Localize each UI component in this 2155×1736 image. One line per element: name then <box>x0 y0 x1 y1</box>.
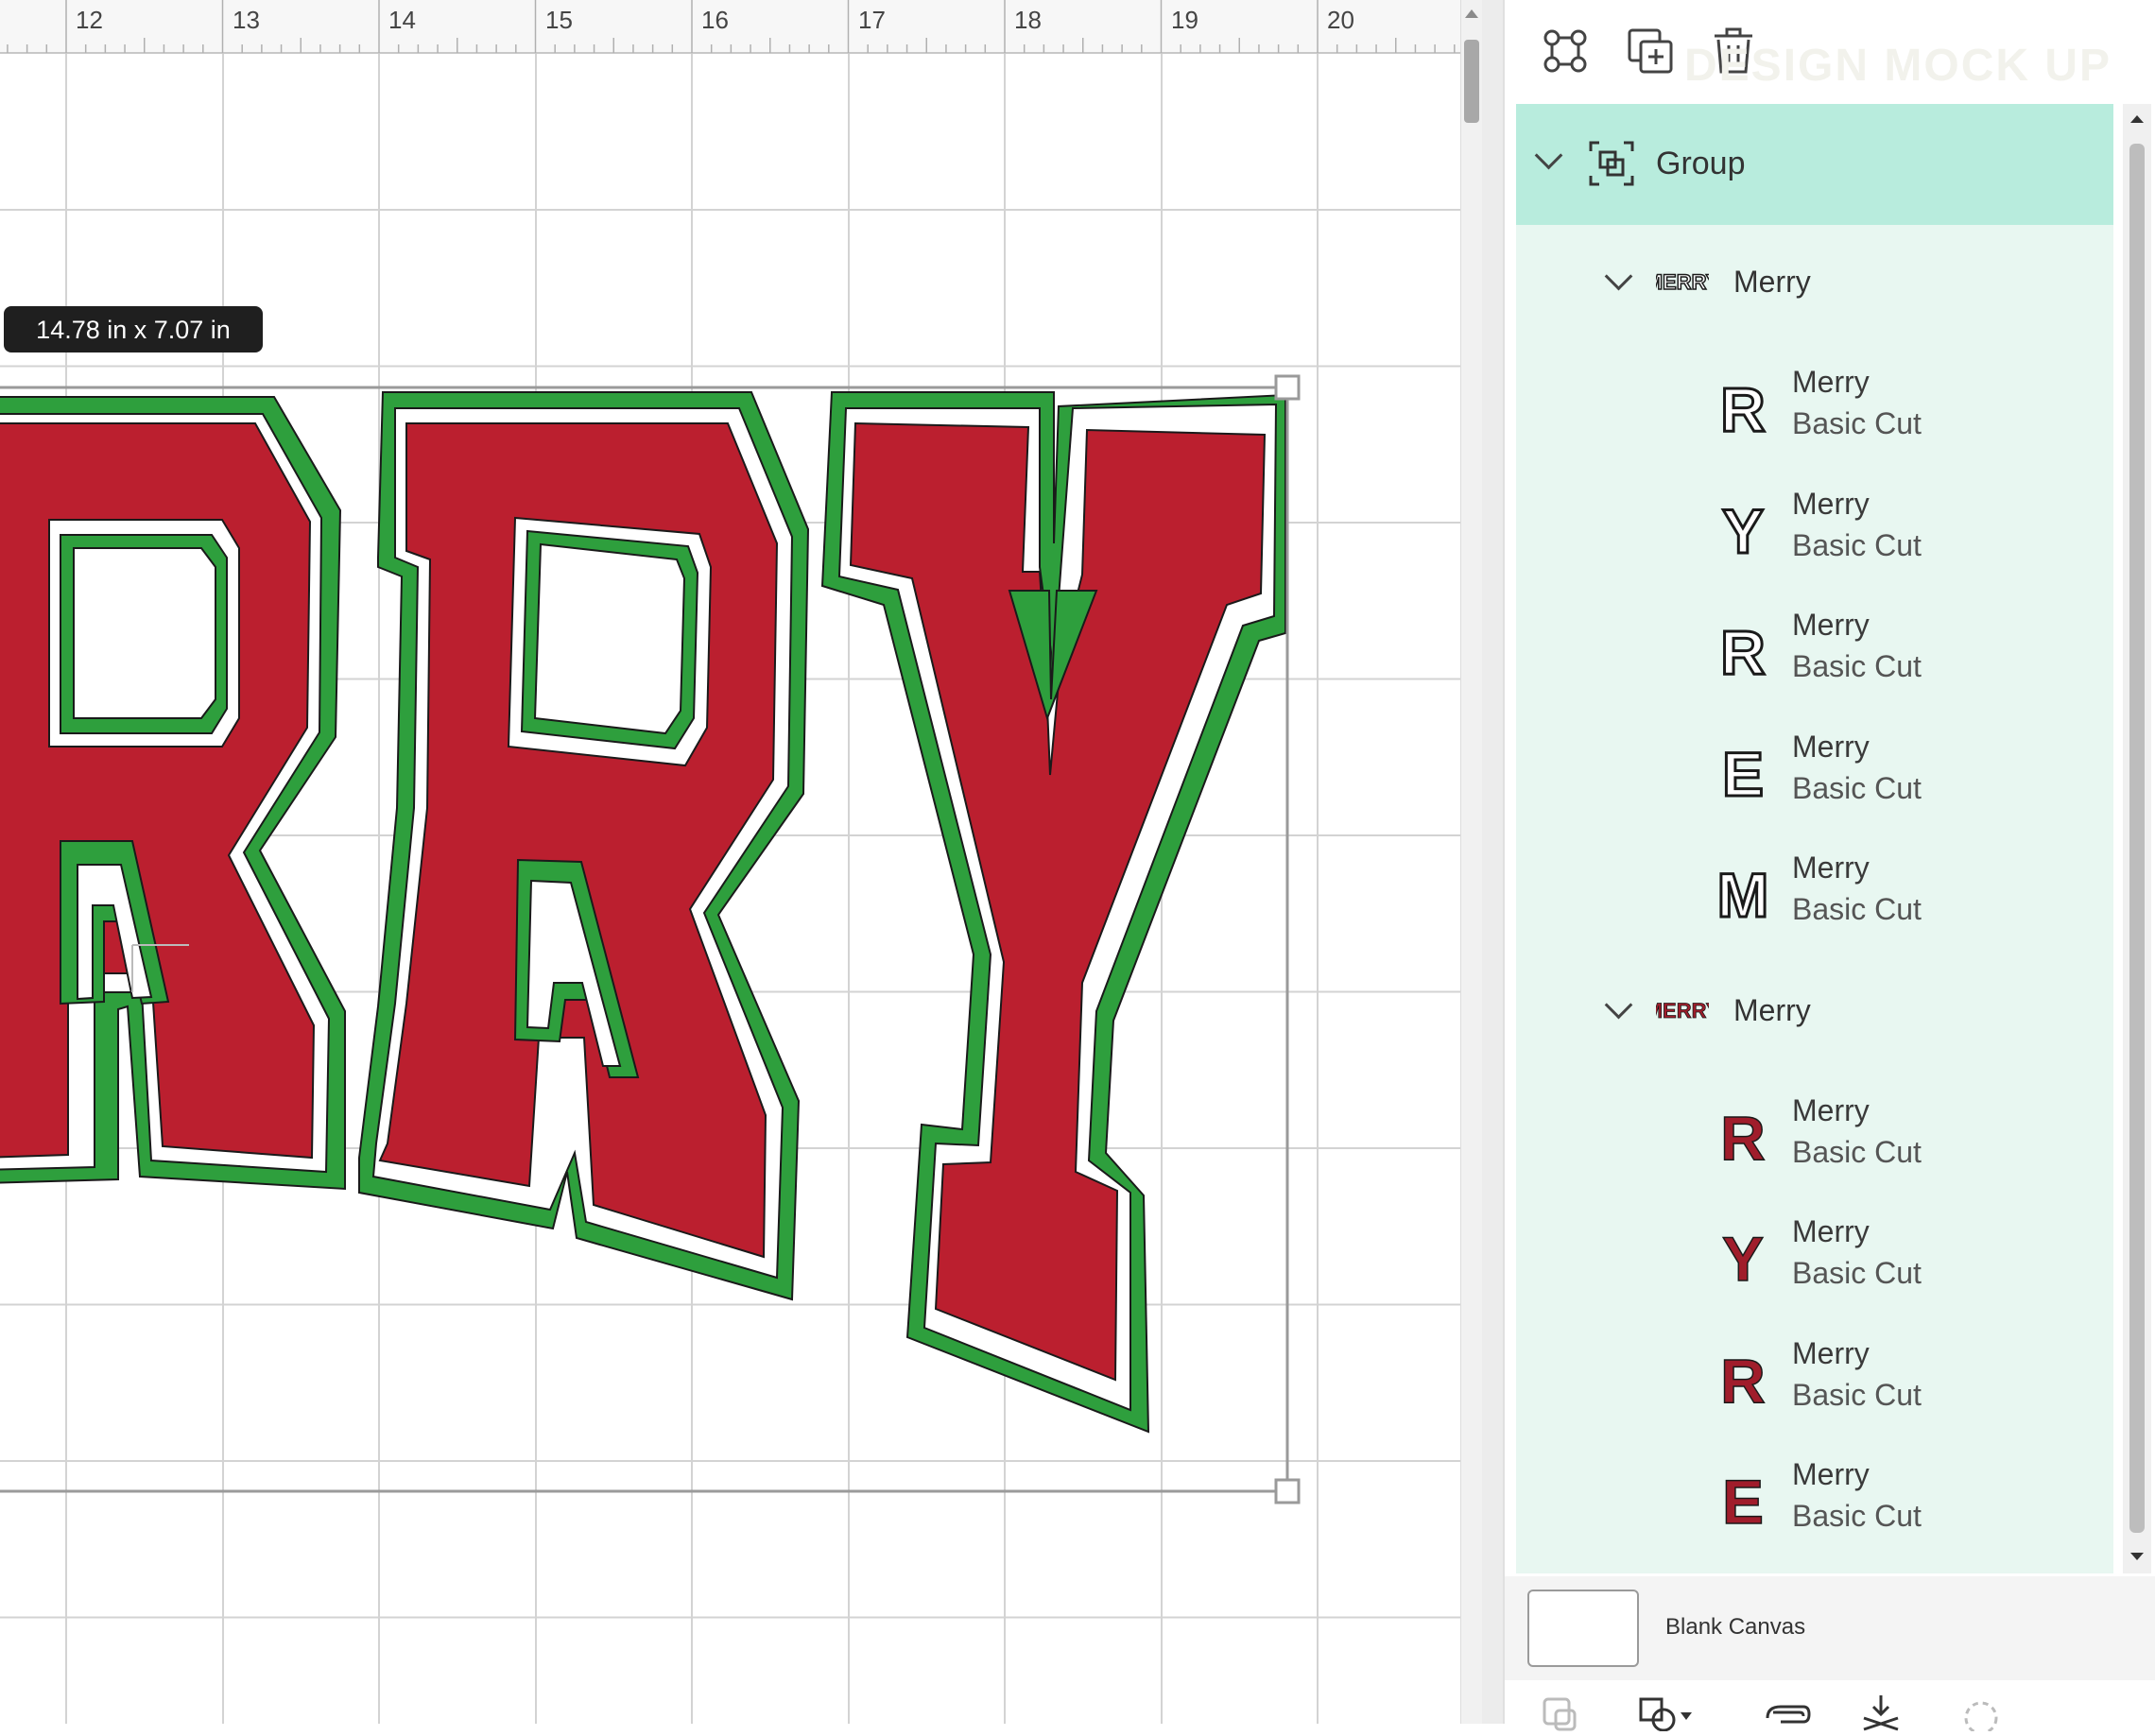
layers-panel: DESIGN MOCK UP Group MERRYMerryRMerryBas… <box>1503 0 2155 1735</box>
bottom-layer-toolbar <box>1505 1680 2155 1735</box>
svg-text:M: M <box>1717 860 1769 930</box>
group-icon[interactable] <box>1541 1693 1590 1731</box>
layer-name: Merry <box>1792 365 1870 399</box>
svg-text:R: R <box>1720 374 1766 444</box>
ruler-label: 16 <box>701 6 729 34</box>
list-scroll-down-icon[interactable] <box>2130 1553 2144 1560</box>
layer-name: Merry <box>1792 486 1870 521</box>
blank-canvas-swatch[interactable] <box>1527 1590 1639 1667</box>
ruler-label: 17 <box>858 6 886 34</box>
letter-r-middle[interactable] <box>358 391 810 1301</box>
chevron-down-icon[interactable] <box>1604 990 1633 1019</box>
layer-item-row[interactable]: M Merry Basic Cut <box>1516 832 2113 953</box>
subgroup-label: Merry <box>1733 992 1811 1027</box>
ruler-label: 13 <box>233 6 260 34</box>
blank-canvas-row[interactable]: Blank Canvas <box>1505 1576 2155 1680</box>
layer-item-row[interactable]: Y Merry Basic Cut <box>1516 468 2113 589</box>
svg-text:E: E <box>1722 1467 1764 1537</box>
layer-operation: Basic Cut <box>1792 1499 1922 1533</box>
layer-name: Merry <box>1792 729 1870 764</box>
chevron-down-icon[interactable] <box>1604 262 1633 291</box>
letter-y-thumbnail-icon: Y <box>1713 1218 1773 1295</box>
svg-text:MERRY: MERRY <box>1656 999 1709 1023</box>
scroll-up-arrow-icon[interactable] <box>1465 9 1478 18</box>
ruler-label: 12 <box>76 6 103 34</box>
layer-thumbnail-icon: MERRY <box>1645 989 1720 1027</box>
dimension-label: 14.78 in x 7.07 in <box>36 316 231 344</box>
list-scroll-up-icon[interactable] <box>2130 115 2144 123</box>
letter-r-thumbnail-icon: R <box>1713 611 1773 689</box>
subgroup-label: Merry <box>1733 265 1811 299</box>
layer-name: Merry <box>1792 1457 1870 1491</box>
group-label: Group <box>1656 146 1746 181</box>
layer-operation: Basic Cut <box>1792 770 1922 805</box>
layer-group-row[interactable]: Group <box>1516 104 2113 225</box>
letter-r-thumbnail-icon: R <box>1713 369 1773 446</box>
layer-name: Merry <box>1792 1335 1870 1370</box>
letter-m-thumbnail-icon: M <box>1713 854 1773 932</box>
layer-operation: Basic Cut <box>1792 527 1922 562</box>
layer-name: Merry <box>1792 851 1870 885</box>
letter-r-thumbnail-icon: R <box>1713 1340 1773 1417</box>
ruler-label: 14 <box>388 6 416 34</box>
layer-thumbnail-icon: MERRY <box>1645 261 1720 299</box>
svg-text:R: R <box>1720 617 1766 687</box>
ruler-label: 19 <box>1171 6 1198 34</box>
letter-e-thumbnail-icon: E <box>1713 1461 1773 1538</box>
watermark-text: DESIGN MOCK UP <box>1684 41 2112 91</box>
svg-text:Y: Y <box>1722 1224 1764 1294</box>
layer-operation: Basic Cut <box>1792 892 1922 926</box>
layer-name: Merry <box>1792 608 1870 642</box>
combine-icon[interactable] <box>1637 1693 1692 1732</box>
letter-y-thumbnail-icon: Y <box>1713 490 1773 567</box>
chevron-down-icon[interactable] <box>1534 141 1563 170</box>
resize-handle-top-right[interactable] <box>1274 374 1301 401</box>
letter-e-thumbnail-icon: E <box>1713 733 1773 810</box>
canvas-surface[interactable]: 14.78 in x 7.07 in 12 13 14 15 16 17 18 19 20 <box>0 0 1460 1724</box>
layer-item-row[interactable]: R Merry Basic Cut <box>1516 589 2113 710</box>
layer-operation: Basic Cut <box>1792 1134 1922 1169</box>
duplicate-icon[interactable] <box>1620 21 1681 81</box>
layer-operation: Basic Cut <box>1792 1377 1922 1412</box>
layer-list-scrollbar[interactable] <box>2123 104 2151 1573</box>
canvas-scroll-thumb[interactable] <box>1464 40 1479 123</box>
layer-item-row[interactable]: E Merry Basic Cut <box>1516 1438 2113 1559</box>
svg-text:E: E <box>1722 739 1764 809</box>
horizontal-ruler: 12 13 14 15 16 17 18 19 20 <box>0 0 1460 54</box>
group-icon <box>1588 140 1635 187</box>
svg-text:R: R <box>1720 1346 1766 1416</box>
layer-operation: Basic Cut <box>1792 406 1922 440</box>
ruler-label: 18 <box>1014 6 1042 34</box>
attach-icon[interactable] <box>1762 1693 1811 1731</box>
layer-operation: Basic Cut <box>1792 649 1922 683</box>
letter-r-partial[interactable] <box>0 396 346 1191</box>
dimension-badge: 14.78 in x 7.07 in <box>4 306 263 352</box>
layer-subgroup-row[interactable]: MERRY Merry <box>1516 225 2113 346</box>
canvas-vertical-scrollbar[interactable] <box>1460 0 1482 1724</box>
svg-text:MERRY: MERRY <box>1656 270 1709 294</box>
svg-text:Y: Y <box>1722 496 1764 566</box>
layer-name: Merry <box>1792 1214 1870 1248</box>
resize-handle-bottom-right[interactable] <box>1274 1478 1301 1504</box>
panel-gutter <box>1482 0 1503 1724</box>
layer-item-row[interactable]: R Merry Basic Cut <box>1516 1074 2113 1195</box>
ruler-label: 20 <box>1327 6 1354 34</box>
contour-icon[interactable] <box>1957 1693 2006 1735</box>
letter-r-thumbnail-icon: R <box>1713 1097 1773 1174</box>
layer-subgroup-row[interactable]: MERRY Merry <box>1516 954 2113 1074</box>
layer-operation: Basic Cut <box>1792 1256 1922 1290</box>
blank-canvas-label: Blank Canvas <box>1665 1614 1806 1640</box>
layer-item-row[interactable]: E Merry Basic Cut <box>1516 711 2113 832</box>
flatten-icon[interactable] <box>1856 1693 1905 1731</box>
layer-item-row[interactable]: R Merry Basic Cut <box>1516 1317 2113 1438</box>
design-canvas[interactable]: 14.78 in x 7.07 in 12 13 14 15 16 17 18 19 20 <box>0 0 1460 1724</box>
layer-list-scroll-thumb[interactable] <box>2129 144 2145 1533</box>
layer-item-row[interactable]: R Merry Basic Cut <box>1516 346 2113 467</box>
svg-text:R: R <box>1720 1103 1766 1173</box>
layer-list[interactable]: Group MERRYMerryRMerryBasic CutYMerryBas… <box>1516 104 2113 1573</box>
ruler-label: 15 <box>545 6 573 34</box>
layer-item-row[interactable]: Y Merry Basic Cut <box>1516 1195 2113 1316</box>
layer-name: Merry <box>1792 1092 1870 1127</box>
ungroup-icon[interactable] <box>1535 21 1595 81</box>
